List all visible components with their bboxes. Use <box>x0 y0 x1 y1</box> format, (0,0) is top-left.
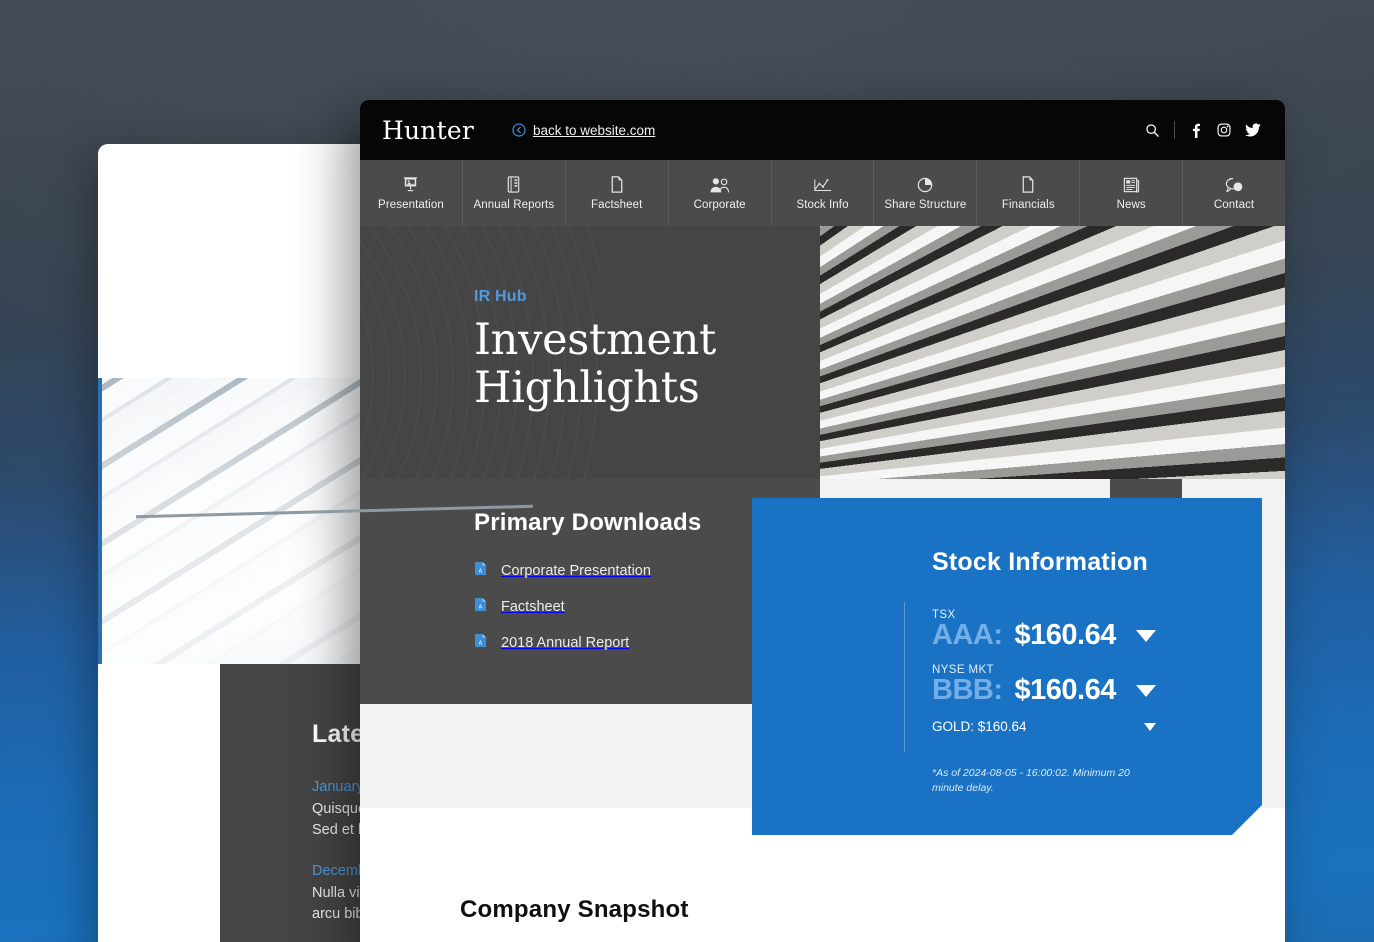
nav-label: News <box>1116 199 1146 211</box>
down-caret-icon[interactable] <box>1136 685 1156 697</box>
document-page-icon <box>609 175 625 194</box>
nav-label: Financials <box>1001 199 1055 211</box>
download-label: 2018 Annual Report <box>501 635 630 651</box>
nav-label: Stock Info <box>796 199 849 211</box>
commodity-quote-row[interactable]: GOLD: $160.64 <box>932 719 1156 734</box>
people-icon <box>709 175 731 194</box>
search-icon[interactable] <box>1145 123 1160 138</box>
download-label: Factsheet <box>501 599 565 615</box>
hero-eyebrow: IR Hub <box>474 288 527 305</box>
nav-label: Share Structure <box>884 199 967 211</box>
stock-quote-list: TSX AAA: $160.64 NYSE MKT BBB: $160.64 G… <box>932 609 1262 734</box>
pdf-file-icon: A <box>474 561 487 581</box>
nav-item-corporate[interactable]: Corporate <box>669 160 772 226</box>
pie-chart-icon <box>916 175 935 194</box>
ticker-price: $160.64 <box>1014 619 1116 651</box>
nav-item-news[interactable]: News <box>1080 160 1184 226</box>
nav-item-contact[interactable]: Contact <box>1183 160 1285 226</box>
stock-information-title: Stock Information <box>932 548 1148 576</box>
commodity-label: GOLD: $160.64 <box>932 719 1027 734</box>
hero-section: IR Hub Investment Highlights <box>360 226 1285 479</box>
back-to-website-label: back to website.com <box>533 122 656 138</box>
ticker-symbol: BBB: <box>932 674 1003 706</box>
newspaper-icon <box>1122 175 1141 194</box>
nav-item-presentation[interactable]: Presentation <box>360 160 463 226</box>
pdf-file-icon: A <box>474 633 487 653</box>
presentation-screen-icon <box>401 175 420 194</box>
stock-information-panel: Stock Information TSX AAA: $160.64 NYSE … <box>752 498 1262 835</box>
header-actions <box>1145 121 1285 139</box>
stock-vertical-divider <box>904 602 905 752</box>
photo-accent-bar <box>98 378 102 664</box>
primary-nav: Presentation Annual Reports Factsheet Co… <box>360 160 1285 226</box>
nav-label: Presentation <box>378 199 444 211</box>
stock-quote-row[interactable]: TSX AAA: $160.64 <box>932 609 1262 652</box>
back-to-website-link[interactable]: back to website.com <box>512 123 655 138</box>
pdf-file-icon: A <box>474 597 487 617</box>
nav-item-stock-info[interactable]: Stock Info <box>772 160 875 226</box>
instagram-icon[interactable] <box>1217 123 1231 137</box>
primary-downloads-panel: Primary Downloads A Corporate Presentati… <box>360 479 820 704</box>
notebook-icon <box>505 175 522 194</box>
nav-label: Corporate <box>693 199 746 211</box>
down-caret-icon[interactable] <box>1144 723 1156 731</box>
company-snapshot-title: Company Snapshot <box>460 896 689 923</box>
speech-bubble-icon <box>1224 175 1245 194</box>
nav-item-share-structure[interactable]: Share Structure <box>874 160 978 226</box>
site-header: Hunter back to website.com <box>360 100 1285 160</box>
down-caret-icon[interactable] <box>1136 630 1156 642</box>
circle-left-arrow-icon <box>512 123 526 137</box>
nav-label: Factsheet <box>591 199 643 211</box>
ticker-symbol: AAA: <box>932 619 1003 651</box>
ir-hub-page-window: Hunter back to website.com Presentation … <box>360 100 1285 942</box>
stock-delay-note: *As of 2024-08-05 - 16:00:02. Minimum 20… <box>932 767 1130 795</box>
header-divider <box>1174 121 1175 139</box>
facebook-icon[interactable] <box>1189 123 1203 138</box>
page-title-line1: Investment <box>474 315 716 365</box>
nav-item-annual-reports[interactable]: Annual Reports <box>463 160 566 226</box>
document-page-icon <box>1020 175 1036 194</box>
nav-item-financials[interactable]: Financials <box>977 160 1081 226</box>
page-title-line2: Highlights <box>474 363 700 414</box>
twitter-icon[interactable] <box>1245 123 1261 137</box>
nav-label: Contact <box>1213 199 1255 211</box>
nav-label: Annual Reports <box>473 199 555 211</box>
stock-quote-row[interactable]: NYSE MKT BBB: $160.64 <box>932 664 1262 707</box>
brand-logo[interactable]: Hunter <box>382 116 474 145</box>
hero-overlay-panel: IR Hub Investment Highlights <box>360 226 820 479</box>
ticker-price: $160.64 <box>1014 674 1116 706</box>
download-label: Corporate Presentation <box>501 563 651 579</box>
nav-item-factsheet[interactable]: Factsheet <box>566 160 669 226</box>
line-chart-icon <box>813 175 833 194</box>
